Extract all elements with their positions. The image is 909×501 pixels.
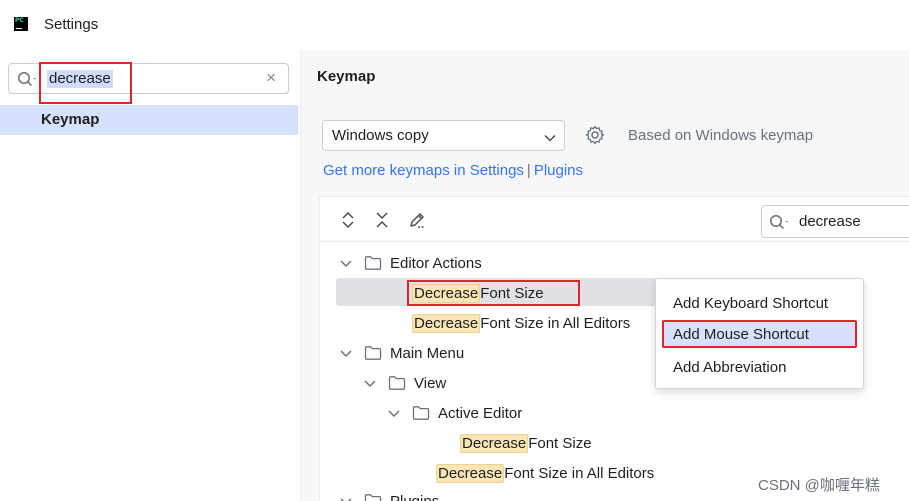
tree-action-decrease-font-size-all[interactable]: Decrease Font Size in All Editors <box>412 312 630 334</box>
menu-item-label: Add Abbreviation <box>673 358 787 376</box>
link-separator: | <box>526 162 531 179</box>
annotation-box-action <box>407 280 580 306</box>
expand-all-icon[interactable] <box>340 211 356 233</box>
tree-node-label: Main Menu <box>390 344 465 362</box>
menu-item-label: Add Mouse Shortcut <box>673 325 809 343</box>
folder-icon <box>364 494 382 501</box>
chevron-down-icon[interactable] <box>339 346 353 360</box>
based-on-label: Based on Windows keymap <box>628 127 814 144</box>
menu-item-label: Add Keyboard Shortcut <box>673 294 829 312</box>
tree-node-active-editor[interactable]: Active Editor <box>387 402 522 424</box>
search-icon[interactable] <box>769 214 791 234</box>
shortcut-filter-input[interactable]: decrease <box>761 205 909 238</box>
tree-action-decrease-font-size[interactable]: Decrease Font Size <box>460 432 592 454</box>
tree-node-label: Font Size <box>528 434 592 452</box>
keymap-panel: Keymap Windows copy Based on Windows key… <box>301 50 909 501</box>
folder-icon <box>364 256 382 270</box>
filter-input-value[interactable]: decrease <box>799 213 861 230</box>
watermark: CSDN @咖喱年糕 <box>758 477 880 494</box>
search-highlight: Decrease <box>412 313 481 333</box>
annotation-box-search <box>39 62 132 104</box>
sidebar-item-keymap[interactable]: Keymap <box>0 105 298 135</box>
tree-node-label: Editor Actions <box>390 254 482 272</box>
page-title: Keymap <box>317 68 376 85</box>
sidebar-item-label: Keymap <box>41 111 100 128</box>
keymap-select-value: Windows copy <box>332 127 429 144</box>
menu-item-add-abbreviation[interactable]: Add Abbreviation <box>662 353 857 381</box>
settings-sidebar: decrease × Keymap <box>0 50 300 501</box>
window-title: Settings <box>44 16 99 33</box>
tree-node-editor-actions[interactable]: Editor Actions <box>339 252 482 274</box>
folder-icon <box>412 406 430 420</box>
chevron-down-icon[interactable] <box>339 256 353 270</box>
tree-node-label: Active Editor <box>438 404 523 422</box>
collapse-all-icon[interactable] <box>374 211 390 233</box>
keymap-links: Get more keymaps in Settings | Plugins <box>323 162 583 179</box>
clear-icon[interactable]: × <box>266 68 276 88</box>
menu-item-add-keyboard-shortcut[interactable]: Add Keyboard Shortcut <box>662 289 857 317</box>
tree-node-label: Plugins <box>390 492 440 501</box>
menu-item-add-mouse-shortcut[interactable]: Add Mouse Shortcut <box>662 320 857 348</box>
tree-divider <box>320 241 909 242</box>
chevron-down-icon <box>544 130 556 147</box>
edit-shortcut-icon[interactable] <box>408 211 426 233</box>
keymap-select[interactable]: Windows copy <box>322 120 565 151</box>
search-icon[interactable] <box>17 71 39 91</box>
title-bar: PC Settings <box>0 0 909 50</box>
folder-icon <box>388 376 406 390</box>
get-more-keymaps-link[interactable]: Get more keymaps in Settings <box>323 162 524 179</box>
chevron-down-icon[interactable] <box>387 406 401 420</box>
tree-node-label: Font Size in All Editors <box>504 464 655 482</box>
tree-node-label: Font Size in All Editors <box>480 314 631 332</box>
tree-node-plugins[interactable]: Plugins <box>339 490 439 501</box>
tree-node-view[interactable]: View <box>363 372 446 394</box>
tree-action-decrease-font-size-all[interactable]: Decrease Font Size in All Editors <box>436 462 654 484</box>
search-highlight: Decrease <box>436 463 505 483</box>
plugins-link[interactable]: Plugins <box>534 162 583 179</box>
pycharm-icon: PC <box>14 17 28 31</box>
tree-node-main-menu[interactable]: Main Menu <box>339 342 464 364</box>
search-highlight: Decrease <box>460 433 529 453</box>
context-menu: Add Keyboard Shortcut Add Mouse Shortcut… <box>655 278 864 389</box>
chevron-down-icon[interactable] <box>363 376 377 390</box>
chevron-down-icon[interactable] <box>339 494 353 501</box>
tree-node-label: View <box>414 374 447 392</box>
folder-icon <box>364 346 382 360</box>
gear-icon[interactable] <box>585 125 605 149</box>
